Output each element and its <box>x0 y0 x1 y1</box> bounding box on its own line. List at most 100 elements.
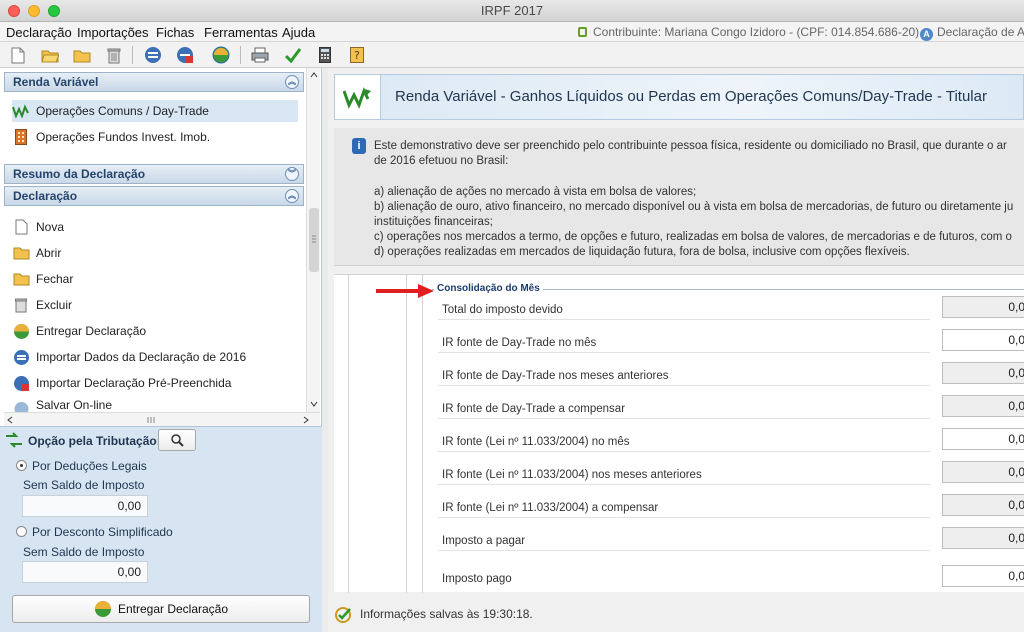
menu-declaracao[interactable]: Declaração <box>6 25 72 40</box>
desconto-saldo-label: Sem Saldo de Imposto <box>23 545 145 559</box>
radio-deducoes-label: Por Deduções Legais <box>32 459 147 473</box>
close-folder-icon[interactable] <box>72 45 92 65</box>
nav-operacoes-fundos-label: Operações Fundos Invest. Imob. <box>36 130 211 144</box>
info-line: b) alienação de ouro, ativo financeiro, … <box>374 201 1014 213</box>
nav-entregar-label: Entregar Declaração <box>36 324 147 338</box>
row-divider <box>438 352 930 353</box>
ir-lei-mes-field[interactable]: 0,0 <box>942 428 1024 450</box>
total-imposto-devido-field: 0,0 <box>942 296 1024 318</box>
nav-excluir-label: Excluir <box>36 298 73 312</box>
info-line: instituições financeiras; <box>374 216 493 228</box>
declaration-type-icon: A <box>920 28 933 41</box>
deducoes-saldo-value: 0,00 <box>22 495 148 517</box>
tributacao-panel: Opção pela Tributação: Por Deduções Lega… <box>0 426 322 632</box>
hscroll-arrows <box>7 416 309 424</box>
folder-icon <box>12 270 30 288</box>
menu-ferramentas[interactable]: Ferramentas <box>204 25 278 40</box>
chevron-up-icon[interactable]: ︽ <box>285 75 299 89</box>
stock-chart-icon <box>12 102 30 120</box>
section-declaracao-title: Declaração <box>13 189 78 203</box>
radio-deducoes-legais[interactable]: Por Deduções Legais <box>16 459 147 473</box>
nav-entregar[interactable]: Entregar Declaração <box>12 320 146 342</box>
nav-excluir[interactable]: Excluir <box>12 294 72 316</box>
menu-bar: Declaração Importações Fichas Ferramenta… <box>0 22 1024 42</box>
verify-check-icon[interactable] <box>283 45 303 65</box>
row-divider <box>438 550 930 551</box>
nav-fechar-label: Fechar <box>36 272 74 286</box>
radio-deducoes-indicator[interactable] <box>16 460 27 471</box>
row-label: IR fonte de Day-Trade no mês <box>442 337 597 349</box>
row-divider <box>438 418 930 419</box>
calculator-icon[interactable] <box>315 45 335 65</box>
trash-icon <box>12 296 30 314</box>
nav-operacoes-fundos[interactable]: Operações Fundos Invest. Imob. <box>12 126 210 148</box>
row-label: Total do imposto devido <box>442 304 563 316</box>
entregar-declaracao-label: Entregar Declaração <box>117 602 229 616</box>
search-button[interactable] <box>158 429 196 451</box>
new-document-icon <box>12 218 30 236</box>
row-label: IR fonte de Day-Trade a compensar <box>442 403 626 415</box>
info-box: i Este demonstrativo deve ser preenchido… <box>334 128 1024 266</box>
import-prefilled-icon <box>12 374 30 392</box>
submit-declaration-icon <box>94 601 111 617</box>
nav-operacoes-comuns[interactable]: Operações Comuns / Day-Trade <box>12 100 298 122</box>
menu-importacoes[interactable]: Importações <box>77 25 149 40</box>
ir-daytrade-anteriores-field: 0,0 <box>942 362 1024 384</box>
imposto-pago-field[interactable]: 0,0 <box>942 565 1024 587</box>
minimize-window-button[interactable] <box>28 5 40 17</box>
close-window-button[interactable] <box>8 5 20 17</box>
zoom-window-button[interactable] <box>48 5 60 17</box>
nav-importar-dados[interactable]: Importar Dados da Declaração de 2016 <box>12 346 246 368</box>
nav-fechar[interactable]: Fechar <box>12 268 73 290</box>
submit-declaration-icon[interactable] <box>211 45 231 65</box>
status-text: Informações salvas às 19:30:18. <box>360 607 533 621</box>
ir-lei-anteriores-field: 0,0 <box>942 461 1024 483</box>
section-resumo-declaracao[interactable]: Resumo da Declaração ︾ <box>4 164 304 184</box>
import-prefilled-icon[interactable] <box>175 45 195 65</box>
menu-ajuda[interactable]: Ajuda <box>282 25 315 40</box>
info-line: Este demonstrativo deve ser preenchido p… <box>374 140 1007 152</box>
import-declaration-icon <box>12 348 30 366</box>
page-header: Renda Variável - Ganhos Líquidos ou Perd… <box>334 74 1024 120</box>
entregar-declaracao-button[interactable]: Entregar Declaração <box>12 595 310 623</box>
sidebar-vertical-scrollbar[interactable] <box>306 68 320 414</box>
toolbar: ? <box>0 42 1024 68</box>
radio-desconto-indicator[interactable] <box>16 526 27 537</box>
ir-daytrade-mes-field[interactable]: 0,0 <box>942 329 1024 351</box>
nav-nova[interactable]: Nova <box>12 216 64 238</box>
nav-nova-label: Nova <box>36 220 65 234</box>
chevron-up-icon[interactable]: ︽ <box>285 189 299 203</box>
row-divider <box>438 517 930 518</box>
row-label: IR fonte de Day-Trade nos meses anterior… <box>442 370 669 382</box>
nav-abrir-label: Abrir <box>36 246 62 260</box>
nav-importar-preenchida[interactable]: Importar Declaração Pré-Preenchida <box>12 372 231 394</box>
nav-abrir[interactable]: Abrir <box>12 242 61 264</box>
trash-icon[interactable] <box>104 45 124 65</box>
section-renda-variavel-title: Renda Variável <box>13 75 99 89</box>
sidebar-horizontal-scrollbar[interactable] <box>4 412 320 426</box>
declaration-type: A Declaração de Aj <box>920 25 1024 41</box>
info-line: a) alienação de ações no mercado à vista… <box>374 186 697 198</box>
section-renda-variavel[interactable]: Renda Variável ︽ <box>4 72 304 92</box>
row-label: IR fonte (Lei nº 11.033/2004) nos meses … <box>442 469 702 481</box>
print-icon[interactable] <box>250 45 270 65</box>
new-document-icon[interactable] <box>8 45 28 65</box>
stock-chart-icon <box>335 75 381 119</box>
row-divider <box>438 451 930 452</box>
declaration-type-text: Declaração de Aj <box>937 25 1024 39</box>
row-divider <box>438 319 930 320</box>
deducoes-saldo-label: Sem Saldo de Imposto <box>23 478 145 492</box>
row-label: IR fonte (Lei nº 11.033/2004) no mês <box>442 436 630 448</box>
nav-salvar-online[interactable]: Salvar On-line <box>12 398 112 412</box>
import-declaration-icon[interactable] <box>143 45 163 65</box>
radio-desconto-simplificado[interactable]: Por Desconto Simplificado <box>16 525 173 539</box>
scrollbar-arrows <box>309 72 319 407</box>
status-bar: Informações salvas às 19:30:18. <box>334 600 1024 628</box>
chevron-down-icon[interactable]: ︾ <box>285 167 299 181</box>
lock-icon <box>578 27 587 37</box>
section-declaracao[interactable]: Declaração ︽ <box>4 186 304 206</box>
menu-fichas[interactable]: Fichas <box>156 25 194 40</box>
open-folder-icon[interactable] <box>40 45 60 65</box>
window-title: IRPF 2017 <box>480 3 544 18</box>
help-icon[interactable]: ? <box>347 45 367 65</box>
